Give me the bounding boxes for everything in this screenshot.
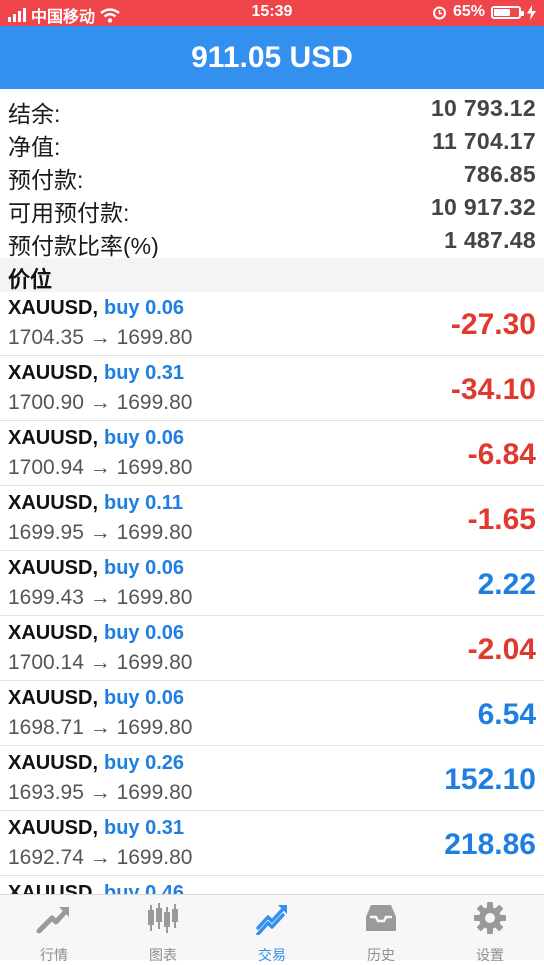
status-right: 65% xyxy=(432,3,536,21)
trade-icon xyxy=(256,905,287,935)
position-row[interactable]: XAUUSD, buy 0.06 1704.35 → 1699.80 -27.30 xyxy=(0,291,544,356)
summary-label: 结余: xyxy=(8,101,61,127)
summary-row-margin-level: 预付款比率(%) 1 487.48 xyxy=(0,224,544,259)
battery-icon xyxy=(491,5,524,19)
position-side: buy 0.31 xyxy=(104,362,185,384)
tab-quotes[interactable]: 行情 xyxy=(0,895,108,963)
summary-value: 786.85 xyxy=(463,161,536,187)
position-symbol: XAUUSD, xyxy=(8,752,99,774)
status-bar: 中国移动 15:39 65% xyxy=(0,0,544,26)
position-prices: 1693.95 → 1699.80 xyxy=(8,781,193,804)
position-symbol: XAUUSD, xyxy=(8,557,99,579)
settings-icon xyxy=(474,902,506,934)
summary-value: 10 917.32 xyxy=(430,194,536,220)
position-row[interactable]: XAUUSD, buy 0.31 1700.90 → 1699.80 -34.10 xyxy=(0,356,544,421)
history-icon xyxy=(366,905,396,931)
position-side: buy 0.06 xyxy=(104,427,185,449)
summary-row-equity: 净值: 11 704.17 xyxy=(0,125,544,160)
position-symbol: XAUUSD, xyxy=(8,687,99,709)
position-prices: 1704.35 → 1699.80 xyxy=(8,326,193,349)
tab-trade[interactable]: 交易 xyxy=(218,895,326,963)
position-side: buy 0.26 xyxy=(104,752,185,774)
summary-row-balance: 结余: 10 793.12 xyxy=(0,92,544,127)
account-summary: 结余: 10 793.12 净值: 11 704.17 预付款: 786.85 … xyxy=(0,92,544,259)
quotes-icon xyxy=(36,907,69,934)
position-prices: 1692.74 → 1699.80 xyxy=(8,846,193,869)
section-title: 价位 xyxy=(8,267,53,292)
summary-row-free-margin: 可用预付款: 10 917.32 xyxy=(0,191,544,226)
position-prices: 1700.14 → 1699.80 xyxy=(8,651,193,674)
position-side: buy 0.06 xyxy=(104,622,185,644)
position-side: buy 0.31 xyxy=(104,817,185,839)
position-side: buy 0.06 xyxy=(104,557,185,579)
position-row[interactable]: XAUUSD, buy 0.06 1700.14 → 1699.80 -2.04 xyxy=(0,616,544,681)
position-row[interactable]: XAUUSD, buy 0.06 1698.71 → 1699.80 6.54 xyxy=(0,681,544,746)
position-row[interactable]: XAUUSD, buy 0.06 1699.43 → 1699.80 2.22 xyxy=(0,551,544,616)
position-row[interactable]: XAUUSD, buy 0.26 1693.95 → 1699.80 152.10 xyxy=(0,746,544,811)
position-prices: 1699.43 → 1699.80 xyxy=(8,586,193,609)
tab-bar: 行情 图表 交易 历史 设置 xyxy=(0,894,544,963)
position-prices: 1699.95 → 1699.80 xyxy=(8,521,193,544)
position-row[interactable]: XAUUSD, buy 0.31 1692.74 → 1699.80 218.86 xyxy=(0,811,544,876)
tab-label: 设置 xyxy=(476,947,504,963)
position-side: buy 0.11 xyxy=(104,492,183,514)
position-row[interactable]: XAUUSD, buy 0.06 1700.94 → 1699.80 -6.84 xyxy=(0,421,544,486)
battery-percent: 65% xyxy=(452,3,485,20)
summary-value: 10 793.12 xyxy=(430,95,536,121)
position-symbol: XAUUSD, xyxy=(8,492,99,514)
position-profit: -27.30 xyxy=(450,308,536,341)
position-profit: 152.10 xyxy=(444,763,536,796)
position-symbol: XAUUSD, xyxy=(8,427,99,449)
summary-value: 1 487.48 xyxy=(444,227,536,253)
positions-section-header: 价位 xyxy=(0,258,544,292)
alarm-icon xyxy=(432,6,446,19)
tab-chart[interactable]: 图表 xyxy=(109,895,217,963)
position-profit: 6.54 xyxy=(477,698,536,731)
position-symbol: XAUUSD, xyxy=(8,362,99,384)
position-profit: -34.10 xyxy=(450,373,536,406)
position-row[interactable]: XAUUSD, buy 0.46 xyxy=(0,876,544,895)
tab-label: 交易 xyxy=(258,947,286,963)
position-prices: 1700.90 → 1699.80 xyxy=(8,391,193,414)
position-symbol: XAUUSD, xyxy=(8,817,99,839)
charging-icon xyxy=(527,4,536,20)
positions-list[interactable]: XAUUSD, buy 0.06 1704.35 → 1699.80 -27.30 XA… xyxy=(0,291,544,895)
tab-history[interactable]: 历史 xyxy=(327,895,435,963)
position-profit: -6.84 xyxy=(467,438,536,471)
summary-value: 11 704.17 xyxy=(432,128,536,154)
summary-label: 净值: xyxy=(8,134,61,160)
summary-label: 预付款: xyxy=(8,167,84,193)
position-prices: 1700.94 → 1699.80 xyxy=(8,456,193,479)
summary-row-margin: 预付款: 786.85 xyxy=(0,158,544,193)
position-side: buy 0.06 xyxy=(104,297,185,319)
chart-icon xyxy=(148,903,178,933)
summary-label: 可用预付款: xyxy=(8,200,130,226)
position-row[interactable]: XAUUSD, buy 0.11 1699.95 → 1699.80 -1.65 xyxy=(0,486,544,551)
position-profit: 218.86 xyxy=(444,828,536,861)
position-profit: -1.65 xyxy=(467,503,536,536)
position-prices: 1698.71 → 1699.80 xyxy=(8,716,193,739)
balance-title: 911.05 USD xyxy=(191,41,353,74)
position-symbol: XAUUSD, xyxy=(8,622,99,644)
tab-settings[interactable]: 设置 xyxy=(436,895,544,963)
tab-label: 历史 xyxy=(367,947,395,963)
tab-label: 图表 xyxy=(149,947,177,963)
summary-label: 预付款比率(%) xyxy=(8,233,159,259)
position-symbol: XAUUSD, xyxy=(8,297,99,319)
balance-header: 911.05 USD xyxy=(0,26,544,89)
tab-label: 行情 xyxy=(40,947,68,963)
position-profit: -2.04 xyxy=(467,633,536,666)
position-profit: 2.22 xyxy=(477,568,536,601)
position-side: buy 0.06 xyxy=(104,687,185,709)
